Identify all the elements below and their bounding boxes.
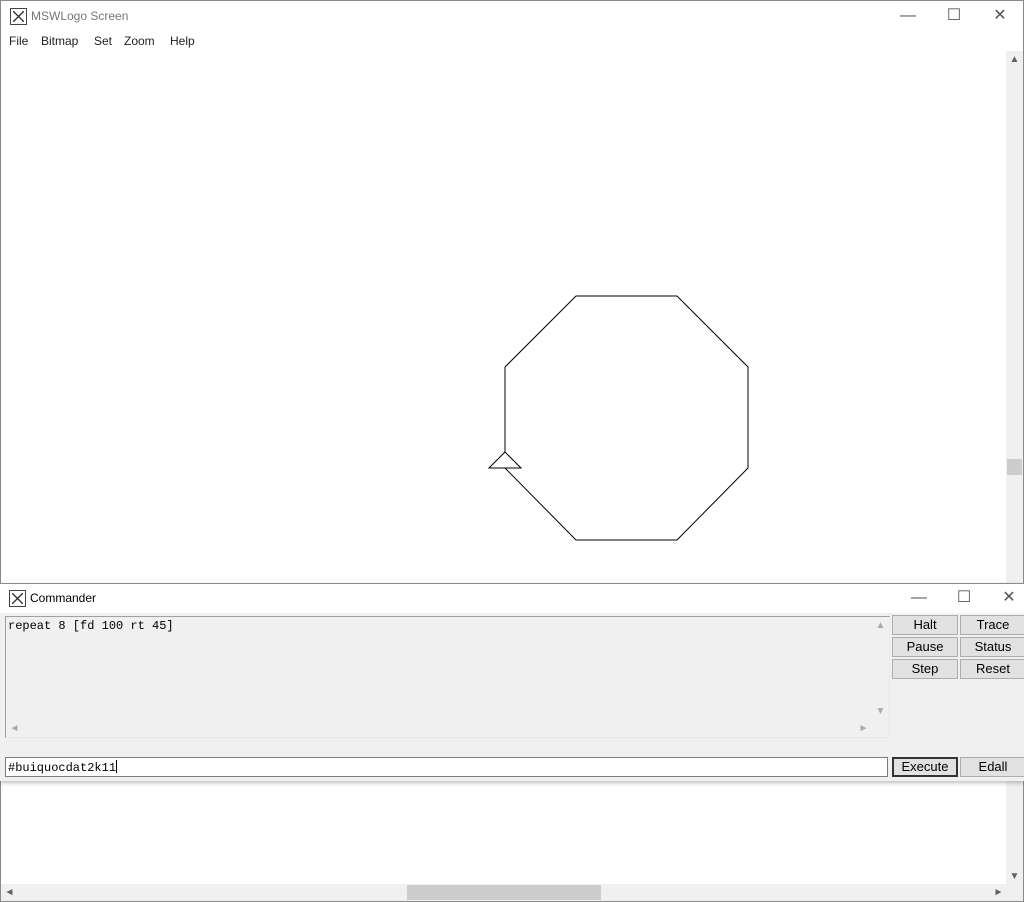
window-title: MSWLogo Screen <box>31 9 129 23</box>
commander-maximize-button[interactable]: ☐ <box>941 583 987 613</box>
horizontal-scroll-thumb[interactable] <box>407 885 601 900</box>
command-input-text[interactable]: #buiquocdat2k11 <box>8 761 116 775</box>
commander-title: Commander <box>30 591 97 605</box>
status-button[interactable]: Status <box>960 637 1024 657</box>
commander-app-icon <box>9 590 26 607</box>
commander-close-button[interactable]: ✕ <box>986 583 1024 613</box>
command-input[interactable]: #buiquocdat2k11 <box>5 757 888 777</box>
history-line[interactable]: repeat 8 [fd 100 rt 45] <box>8 619 174 633</box>
minimize-button[interactable]: — <box>885 1 931 31</box>
menu-bar: File Bitmap Set Zoom Help <box>1 31 1023 52</box>
maximize-button[interactable]: ☐ <box>931 1 977 31</box>
reset-button[interactable]: Reset <box>960 659 1024 679</box>
menu-set[interactable]: Set <box>94 34 112 48</box>
history-scroll-right-icon[interactable]: ► <box>855 720 872 737</box>
commander-minimize-button[interactable]: — <box>896 583 942 613</box>
pause-button[interactable]: Pause <box>892 637 958 657</box>
history-scroll-up-icon[interactable]: ▲ <box>872 617 889 634</box>
turtle-icon <box>487 451 523 469</box>
history-horizontal-scrollbar[interactable]: ◄ ► <box>6 720 872 737</box>
menu-file[interactable]: File <box>9 34 28 48</box>
halt-button[interactable]: Halt <box>892 615 958 635</box>
menu-bitmap[interactable]: Bitmap <box>41 34 78 48</box>
scroll-right-icon[interactable]: ► <box>990 884 1007 901</box>
edall-button[interactable]: Edall <box>960 757 1024 777</box>
scroll-down-icon[interactable]: ▼ <box>1006 868 1023 885</box>
title-bar[interactable]: MSWLogo Screen — ☐ ✕ <box>1 1 1023 31</box>
close-button[interactable]: ✕ <box>977 1 1023 31</box>
vertical-scroll-thumb[interactable] <box>1007 459 1022 475</box>
command-input-value[interactable]: #buiquocdat2k11 <box>8 760 118 775</box>
step-button[interactable]: Step <box>892 659 958 679</box>
history-vertical-scrollbar[interactable]: ▲ ▼ <box>872 617 889 720</box>
scroll-up-icon[interactable]: ▲ <box>1006 51 1023 68</box>
menu-zoom[interactable]: Zoom <box>124 34 155 48</box>
trace-button[interactable]: Trace <box>960 615 1024 635</box>
commander-title-bar[interactable]: Commander — ☐ ✕ <box>0 584 1024 613</box>
menu-help[interactable]: Help <box>170 34 195 48</box>
horizontal-scrollbar[interactable]: ◄ ► <box>1 884 1007 901</box>
commander-window: Commander — ☐ ✕ repeat 8 [fd 100 rt 45] … <box>0 583 1024 781</box>
text-caret <box>116 760 118 773</box>
resize-grip[interactable] <box>1006 884 1023 901</box>
command-history[interactable]: repeat 8 [fd 100 rt 45] ▲ ▼ ◄ ► <box>5 616 890 738</box>
history-scroll-down-icon[interactable]: ▼ <box>872 703 889 720</box>
history-scroll-left-icon[interactable]: ◄ <box>6 720 23 737</box>
execute-button[interactable]: Execute <box>892 757 958 777</box>
app-icon <box>10 8 27 25</box>
scroll-left-icon[interactable]: ◄ <box>1 884 18 901</box>
octagon-shape <box>504 295 749 541</box>
